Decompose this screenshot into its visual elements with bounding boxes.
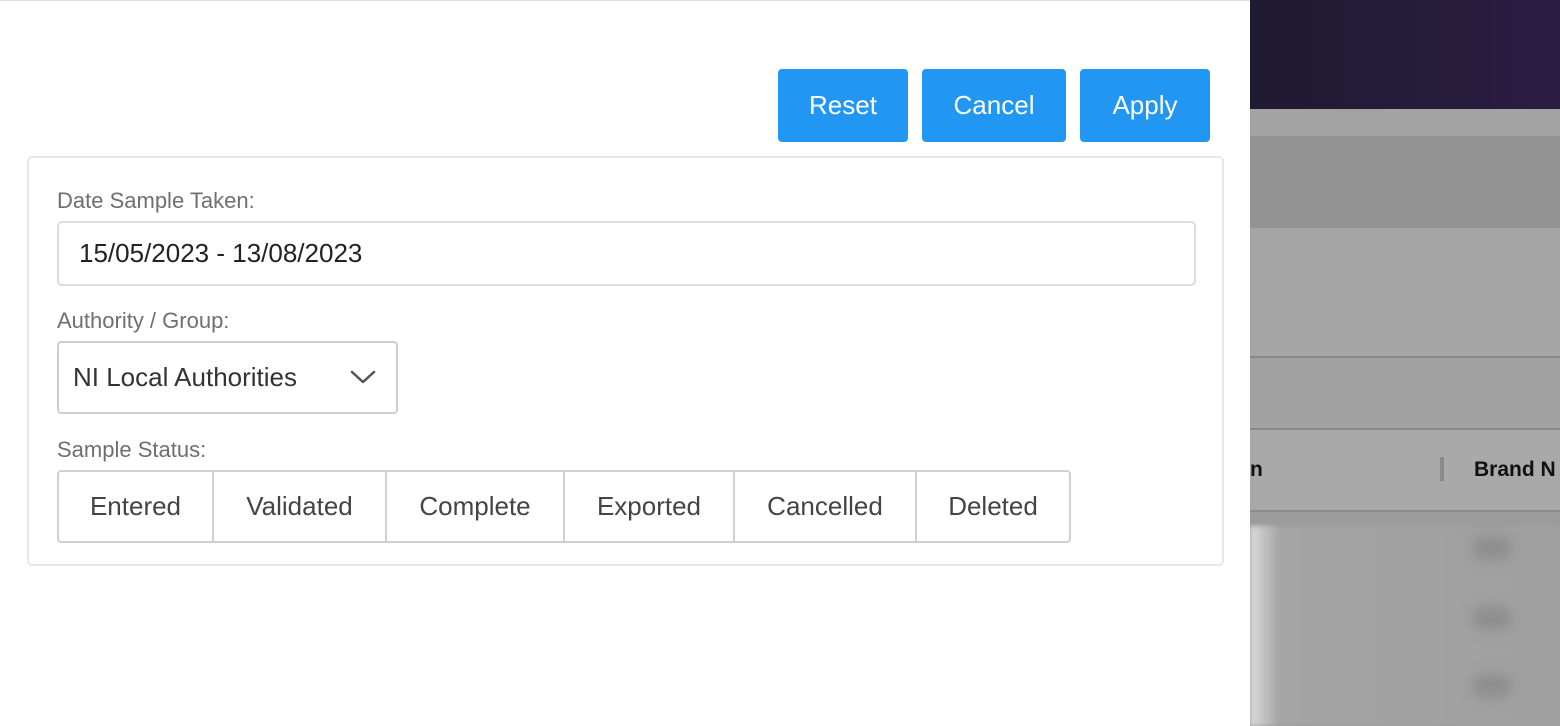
sample-status-label: Sample Status: xyxy=(57,437,207,462)
column-separator xyxy=(1440,457,1444,481)
status-option-cancelled[interactable]: Cancelled xyxy=(735,472,917,541)
background-app: n Brand N xyxy=(1250,0,1560,726)
background-table-rows xyxy=(1250,526,1560,726)
status-option-complete[interactable]: Complete xyxy=(387,472,565,541)
date-sample-taken-label: Date Sample Taken: xyxy=(57,188,255,213)
status-option-validated[interactable]: Validated xyxy=(214,472,387,541)
background-brand-column: Brand N xyxy=(1474,458,1556,481)
filter-card: Date Sample Taken: Authority / Group: NI… xyxy=(27,156,1224,566)
status-option-entered[interactable]: Entered xyxy=(59,472,214,541)
apply-button[interactable]: Apply xyxy=(1080,69,1210,142)
cancel-button[interactable]: Cancel xyxy=(922,69,1066,142)
authority-group-value: NI Local Authorities xyxy=(73,362,298,392)
filter-drawer: Reset Cancel Apply Date Sample Taken: Au… xyxy=(0,0,1250,726)
chevron-down-icon xyxy=(350,370,376,384)
reset-button[interactable]: Reset xyxy=(778,69,908,142)
authority-group-select[interactable]: NI Local Authorities xyxy=(57,341,398,414)
authority-group-label: Authority / Group: xyxy=(57,308,230,333)
sample-status-group: Entered Validated Complete Exported Canc… xyxy=(57,470,1071,543)
background-topbar xyxy=(1250,0,1560,109)
status-option-exported[interactable]: Exported xyxy=(565,472,735,541)
background-column-fragment: n xyxy=(1250,458,1263,481)
status-option-deleted[interactable]: Deleted xyxy=(917,472,1069,541)
date-range-input[interactable] xyxy=(57,221,1196,286)
